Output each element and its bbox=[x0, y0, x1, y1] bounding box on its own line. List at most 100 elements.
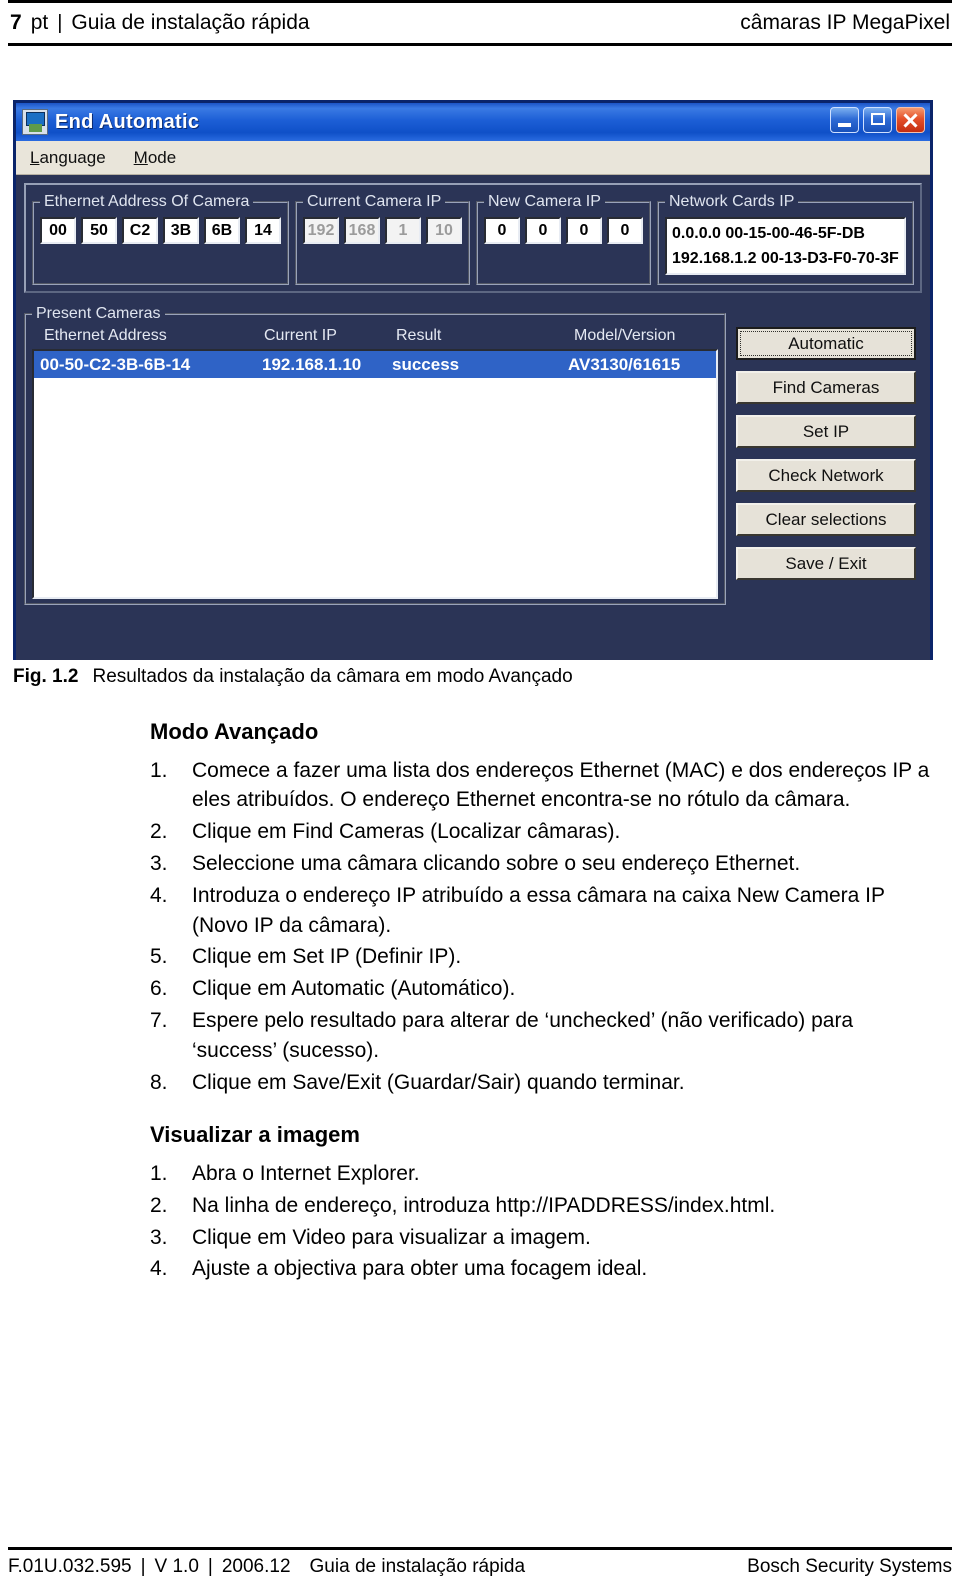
page-header: 7 pt | Guia de instalação rápida câmaras… bbox=[8, 0, 952, 46]
maximize-button[interactable] bbox=[863, 107, 892, 133]
footer-version: V 1.0 bbox=[154, 1556, 199, 1577]
header-product-name: câmaras IP MegaPixel bbox=[740, 11, 950, 34]
save-exit-button-label: Save / Exit bbox=[785, 553, 867, 573]
ethernet-octet-4[interactable]: 3B bbox=[163, 217, 199, 244]
list-item: 5. Clique em Set IP (Definir IP). bbox=[150, 942, 940, 972]
current-ip-octet-2[interactable]: 168 bbox=[344, 217, 380, 244]
action-button-column: Automatic Find Cameras Set IP Check Netw… bbox=[736, 305, 916, 605]
present-cameras-legend: Present Cameras bbox=[36, 305, 161, 322]
window-client-area: Ethernet Address Of Camera 00 50 C2 3B 6… bbox=[16, 175, 930, 660]
ethernet-octet-3[interactable]: C2 bbox=[122, 217, 158, 244]
set-ip-button-label: Set IP bbox=[802, 421, 850, 441]
step-number: 6. bbox=[150, 977, 168, 1001]
ethernet-octet-5[interactable]: 6B bbox=[204, 217, 240, 244]
figure-caption-text: Resultados da instalação da câmara em mo… bbox=[92, 666, 573, 687]
clear-selections-button-label: Clear selections bbox=[765, 509, 887, 529]
body-content: Modo Avançado 1. Comece a fazer uma list… bbox=[150, 718, 940, 1286]
list-item: 4. Introduza o endereço IP atribuído a e… bbox=[150, 881, 940, 941]
window-title: End Automatic bbox=[55, 110, 200, 133]
step-text: Clique em Save/Exit (Guardar/Sair) quand… bbox=[192, 1070, 685, 1094]
column-header-ethernet-address: Ethernet Address bbox=[44, 327, 167, 344]
list-item: 3. Clique em Video para visualizar a ima… bbox=[150, 1223, 940, 1253]
column-header-model-version: Model/Version bbox=[574, 327, 676, 344]
close-icon[interactable] bbox=[896, 107, 925, 133]
figure-label: Fig. 1.2 bbox=[13, 666, 79, 687]
current-ip-octet-4[interactable]: 10 bbox=[426, 217, 462, 244]
footer-title: Guia de instalação rápida bbox=[309, 1556, 526, 1577]
menu-bar: Language Mode bbox=[16, 141, 930, 175]
find-cameras-button[interactable]: Find Cameras bbox=[736, 371, 916, 404]
current-ip-octet-3[interactable]: 1 bbox=[385, 217, 421, 244]
column-header-current-ip: Current IP bbox=[264, 327, 337, 344]
new-camera-ip-legend: New Camera IP bbox=[488, 193, 601, 210]
list-item: 2. Clique em Find Cameras (Localizar câm… bbox=[150, 817, 940, 847]
cell-result: success bbox=[392, 354, 460, 374]
find-cameras-button-label: Find Cameras bbox=[772, 377, 880, 397]
current-ip-octet-row: 192 168 1 10 bbox=[303, 217, 462, 244]
column-header-result: Result bbox=[396, 327, 442, 344]
ethernet-octet-1[interactable]: 00 bbox=[40, 217, 76, 244]
step-text: Abra o Internet Explorer. bbox=[192, 1161, 420, 1185]
current-camera-ip-legend: Current Camera IP bbox=[307, 193, 442, 210]
new-ip-octet-1[interactable]: 0 bbox=[484, 217, 520, 244]
table-row[interactable]: 00-50-C2-3B-6B-14 192.168.1.10 success A… bbox=[34, 351, 716, 378]
save-exit-button[interactable]: Save / Exit bbox=[736, 547, 916, 580]
page-number: 7 bbox=[10, 11, 22, 34]
step-number: 1. bbox=[150, 758, 168, 782]
menu-item-mode[interactable]: Mode bbox=[134, 148, 177, 168]
list-item: 2. Na linha de endereço, introduza http:… bbox=[150, 1191, 940, 1221]
list-item: 4. Ajuste a objectiva para obter uma foc… bbox=[150, 1254, 940, 1284]
check-network-button[interactable]: Check Network bbox=[736, 459, 916, 492]
step-text: Seleccione uma câmara clicando sobre o s… bbox=[192, 851, 801, 875]
ethernet-octet-2[interactable]: 50 bbox=[81, 217, 117, 244]
step-text: Espere pelo resultado para alterar de ‘u… bbox=[192, 1009, 854, 1062]
check-network-button-label: Check Network bbox=[768, 465, 884, 485]
step-number: 3. bbox=[150, 1225, 168, 1249]
step-text: Clique em Set IP (Definir IP). bbox=[192, 945, 462, 969]
section-heading-view-image: Visualizar a imagem bbox=[150, 1122, 360, 1148]
new-camera-ip-group: New Camera IP 0 0 0 0 bbox=[476, 193, 651, 285]
header-separator: | bbox=[57, 12, 63, 34]
automatic-button[interactable]: Automatic bbox=[736, 327, 916, 360]
window-titlebar: End Automatic bbox=[16, 103, 930, 141]
page-footer: F.01U.032.595 | V 1.0 | 2006.12 Guia de … bbox=[8, 1547, 952, 1578]
footer-separator-1: | bbox=[140, 1556, 146, 1577]
step-text: Comece a fazer uma lista dos endereços E… bbox=[192, 758, 930, 812]
address-panel: Ethernet Address Of Camera 00 50 C2 3B 6… bbox=[24, 183, 922, 293]
figure-caption: Fig. 1.2 Resultados da instalação da câm… bbox=[13, 666, 573, 688]
application-screenshot: End Automatic Language Mode Ethernet Add… bbox=[13, 100, 933, 660]
app-icon bbox=[22, 109, 48, 135]
minimize-button[interactable] bbox=[830, 107, 859, 133]
menu-mode-label: ode bbox=[147, 147, 177, 167]
new-ip-octet-4[interactable]: 0 bbox=[607, 217, 643, 244]
step-number: 5. bbox=[150, 945, 168, 969]
ethernet-octet-6[interactable]: 14 bbox=[245, 217, 281, 244]
footer-company: Bosch Security Systems bbox=[747, 1556, 952, 1577]
new-ip-octet-2[interactable]: 0 bbox=[525, 217, 561, 244]
network-cards-ip-group: Network Cards IP 0.0.0.0 00-15-00-46-5F-… bbox=[657, 193, 914, 285]
list-item: 7. Espere pelo resultado para alterar de… bbox=[150, 1006, 940, 1066]
network-cards-list[interactable]: 0.0.0.0 00-15-00-46-5F-DB 192.168.1.2 00… bbox=[665, 217, 906, 275]
clear-selections-button[interactable]: Clear selections bbox=[736, 503, 916, 536]
menu-item-language[interactable]: Language bbox=[30, 148, 106, 168]
new-ip-octet-3[interactable]: 0 bbox=[566, 217, 602, 244]
list-item: 1. Comece a fazer uma lista dos endereço… bbox=[150, 756, 940, 816]
current-ip-octet-1[interactable]: 192 bbox=[303, 217, 339, 244]
step-text: Ajuste a objectiva para obter uma focage… bbox=[192, 1257, 648, 1281]
list-item: 8. Clique em Save/Exit (Guardar/Sair) qu… bbox=[150, 1068, 940, 1098]
step-number: 7. bbox=[150, 1009, 168, 1032]
camera-list[interactable]: 00-50-C2-3B-6B-14 192.168.1.10 success A… bbox=[32, 349, 718, 599]
step-number: 4. bbox=[150, 1257, 168, 1281]
step-text: Clique em Automatic (Automático). bbox=[192, 977, 516, 1001]
step-number: 4. bbox=[150, 883, 168, 907]
view-image-steps: 1. Abra o Internet Explorer. 2. Na linha… bbox=[150, 1159, 940, 1284]
menu-mode-mnemonic: M bbox=[133, 147, 148, 167]
cell-ethernet-address: 00-50-C2-3B-6B-14 bbox=[40, 354, 191, 374]
step-text: Clique em Find Cameras (Localizar câmara… bbox=[192, 820, 621, 844]
step-number: 3. bbox=[150, 851, 168, 875]
set-ip-button[interactable]: Set IP bbox=[736, 415, 916, 448]
network-card-line-1: 0.0.0.0 00-15-00-46-5F-DB bbox=[672, 225, 865, 242]
step-text: Na linha de endereço, introduza http://I… bbox=[192, 1193, 776, 1217]
window-controls bbox=[830, 107, 925, 133]
footer-separator-2: | bbox=[207, 1556, 213, 1577]
